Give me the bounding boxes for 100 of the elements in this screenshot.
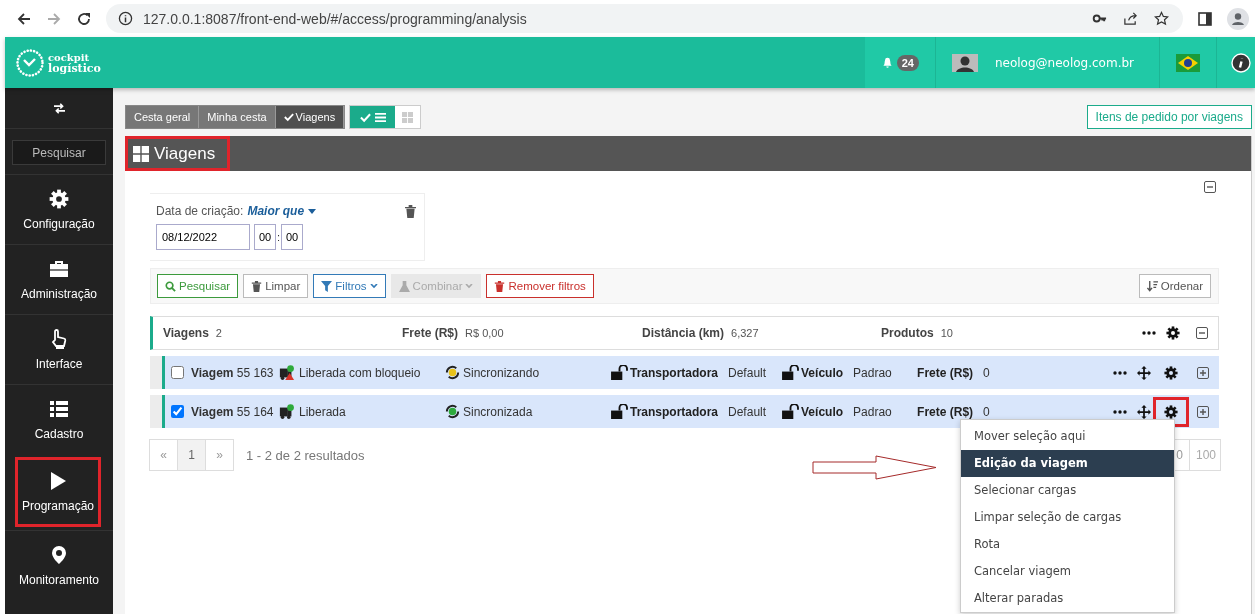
sidebar-label: Monitoramento (18, 572, 99, 587)
summary-value: R$ 0,00 (465, 327, 504, 339)
grid-icon (133, 145, 149, 162)
menu-item[interactable]: Rota (961, 531, 1174, 558)
freight-value: 0 (983, 365, 990, 380)
operator-dropdown[interactable]: Maior que (247, 204, 317, 218)
collapse-icon[interactable] (1196, 327, 1208, 339)
search-icon (165, 280, 176, 292)
trash-icon[interactable] (405, 204, 416, 218)
more-icon[interactable] (1113, 409, 1127, 414)
menu-item[interactable]: Selecionar cargas (961, 477, 1174, 504)
settings-icon (49, 188, 69, 209)
more-icon[interactable] (1142, 331, 1156, 335)
results-count: 1 - 2 de 2 resultados (246, 447, 365, 463)
tab[interactable]: Viagens (275, 106, 345, 128)
tab[interactable]: Cesta geral (126, 106, 200, 128)
menu-item[interactable]: Cancelar viagem (961, 558, 1174, 585)
vehicle-value: Padrao (853, 404, 893, 419)
profile-icon[interactable] (1227, 7, 1249, 30)
sidebar-label: Programação (21, 499, 94, 513)
summary-value: 6,327 (731, 327, 759, 339)
list-view-button[interactable] (350, 106, 396, 128)
carrier-value: Default (728, 404, 768, 419)
expand-icon[interactable] (1197, 366, 1209, 379)
reload-icon[interactable] (76, 10, 92, 27)
sidebar-label: Interface (35, 356, 83, 371)
settings-icon[interactable] (1164, 365, 1178, 380)
summary-value: 10 (940, 327, 953, 339)
hour-field[interactable]: 00 (254, 224, 276, 250)
move-icon[interactable] (1137, 404, 1151, 419)
unlocked-icon (782, 404, 800, 419)
url-text: 127.0.0.1:8087/front-end-web/#/access/programming/analysis (143, 10, 527, 27)
sidebar-label: Cadastro (34, 426, 84, 441)
freight-label: Frete (R$) (917, 365, 974, 380)
trip-status: Liberada com bloqueio (299, 365, 422, 380)
carrier-label: Transportadora (630, 365, 719, 380)
share-icon[interactable] (1123, 11, 1138, 26)
page-button[interactable]: 1 (177, 439, 206, 471)
caret-icon (308, 208, 317, 214)
settings-icon[interactable] (1164, 404, 1178, 419)
address-bar[interactable]: 127.0.0.1:8087/front-end-web/#/access/programming/analysis (106, 4, 1183, 33)
swap-icon[interactable] (52, 102, 66, 114)
trip-status: Liberada (299, 404, 347, 419)
time-separator: : (277, 231, 281, 243)
pointing-hand-icon (49, 328, 69, 349)
check-icon (283, 112, 294, 122)
collapse-icon[interactable] (1204, 181, 1216, 193)
vehicle-label: Veículo (801, 404, 844, 419)
toolbar-button[interactable]: Limpar (243, 274, 309, 298)
toolbar-button[interactable]: Pesquisar (157, 274, 239, 298)
vehicle-value: Padrao (853, 365, 893, 380)
menu-item[interactable]: Limpar seleção de cargas (961, 504, 1174, 531)
search-field[interactable]: Pesquisar (12, 140, 106, 165)
trip-name: Viagem 55 164 (191, 404, 275, 419)
list-icon (374, 111, 386, 123)
sidebar-label: Configuração (23, 216, 95, 231)
info-icon[interactable] (1231, 52, 1251, 73)
tab[interactable]: Minha cesta (199, 106, 276, 128)
menu-item[interactable]: Edição da viagem (961, 450, 1174, 477)
sort-button[interactable]: Ordenar (1138, 274, 1211, 298)
toolbar-button[interactable]: Filtros (313, 274, 386, 298)
panel-title-text: Viagens (154, 143, 216, 164)
settings-icon[interactable] (1166, 326, 1180, 340)
freight-value: 0 (983, 404, 990, 419)
sync-status: Sincronizada (463, 404, 534, 419)
summary-label: Distância (km) (642, 326, 725, 340)
expand-icon[interactable] (1197, 405, 1209, 418)
grid-icon (402, 111, 414, 123)
notification-count: 24 (896, 54, 919, 71)
carrier-value: Default (728, 365, 768, 380)
toolbar-button[interactable]: Remover filtros (486, 274, 594, 298)
trash-icon (251, 280, 263, 292)
unlocked-icon (782, 365, 800, 380)
trash-icon (494, 280, 506, 292)
sort-icon (1146, 280, 1158, 292)
play-icon (48, 471, 68, 491)
menu-item[interactable]: Alterar paradas (961, 585, 1174, 612)
flask-icon (398, 280, 410, 292)
vehicle-label: Veículo (801, 365, 844, 380)
logo-text: cockpit (48, 51, 91, 63)
check-icon (359, 111, 371, 123)
row-checkbox[interactable] (171, 405, 184, 418)
avatar-icon (951, 53, 978, 72)
date-field[interactable]: 08/12/2022 (156, 224, 250, 250)
map-pin-icon (49, 544, 69, 565)
caret-icon (369, 283, 378, 289)
minute-field[interactable]: 00 (281, 224, 304, 250)
more-icon[interactable] (1113, 370, 1127, 375)
clock-logo-icon (15, 47, 45, 78)
flag-icon[interactable] (1176, 53, 1200, 72)
row-checkbox[interactable] (171, 366, 184, 379)
trip-name: Viagem 55 163 (191, 365, 275, 380)
star-icon[interactable] (1154, 11, 1169, 26)
logo-text: logístico (48, 62, 101, 74)
side-panel-icon[interactable] (1197, 10, 1213, 27)
unlocked-icon (611, 365, 628, 380)
sidebar-item[interactable]: Programação (15, 457, 101, 527)
move-icon[interactable] (1137, 365, 1151, 380)
sidebar-label: Administração (21, 286, 97, 301)
back-icon[interactable] (16, 10, 32, 27)
